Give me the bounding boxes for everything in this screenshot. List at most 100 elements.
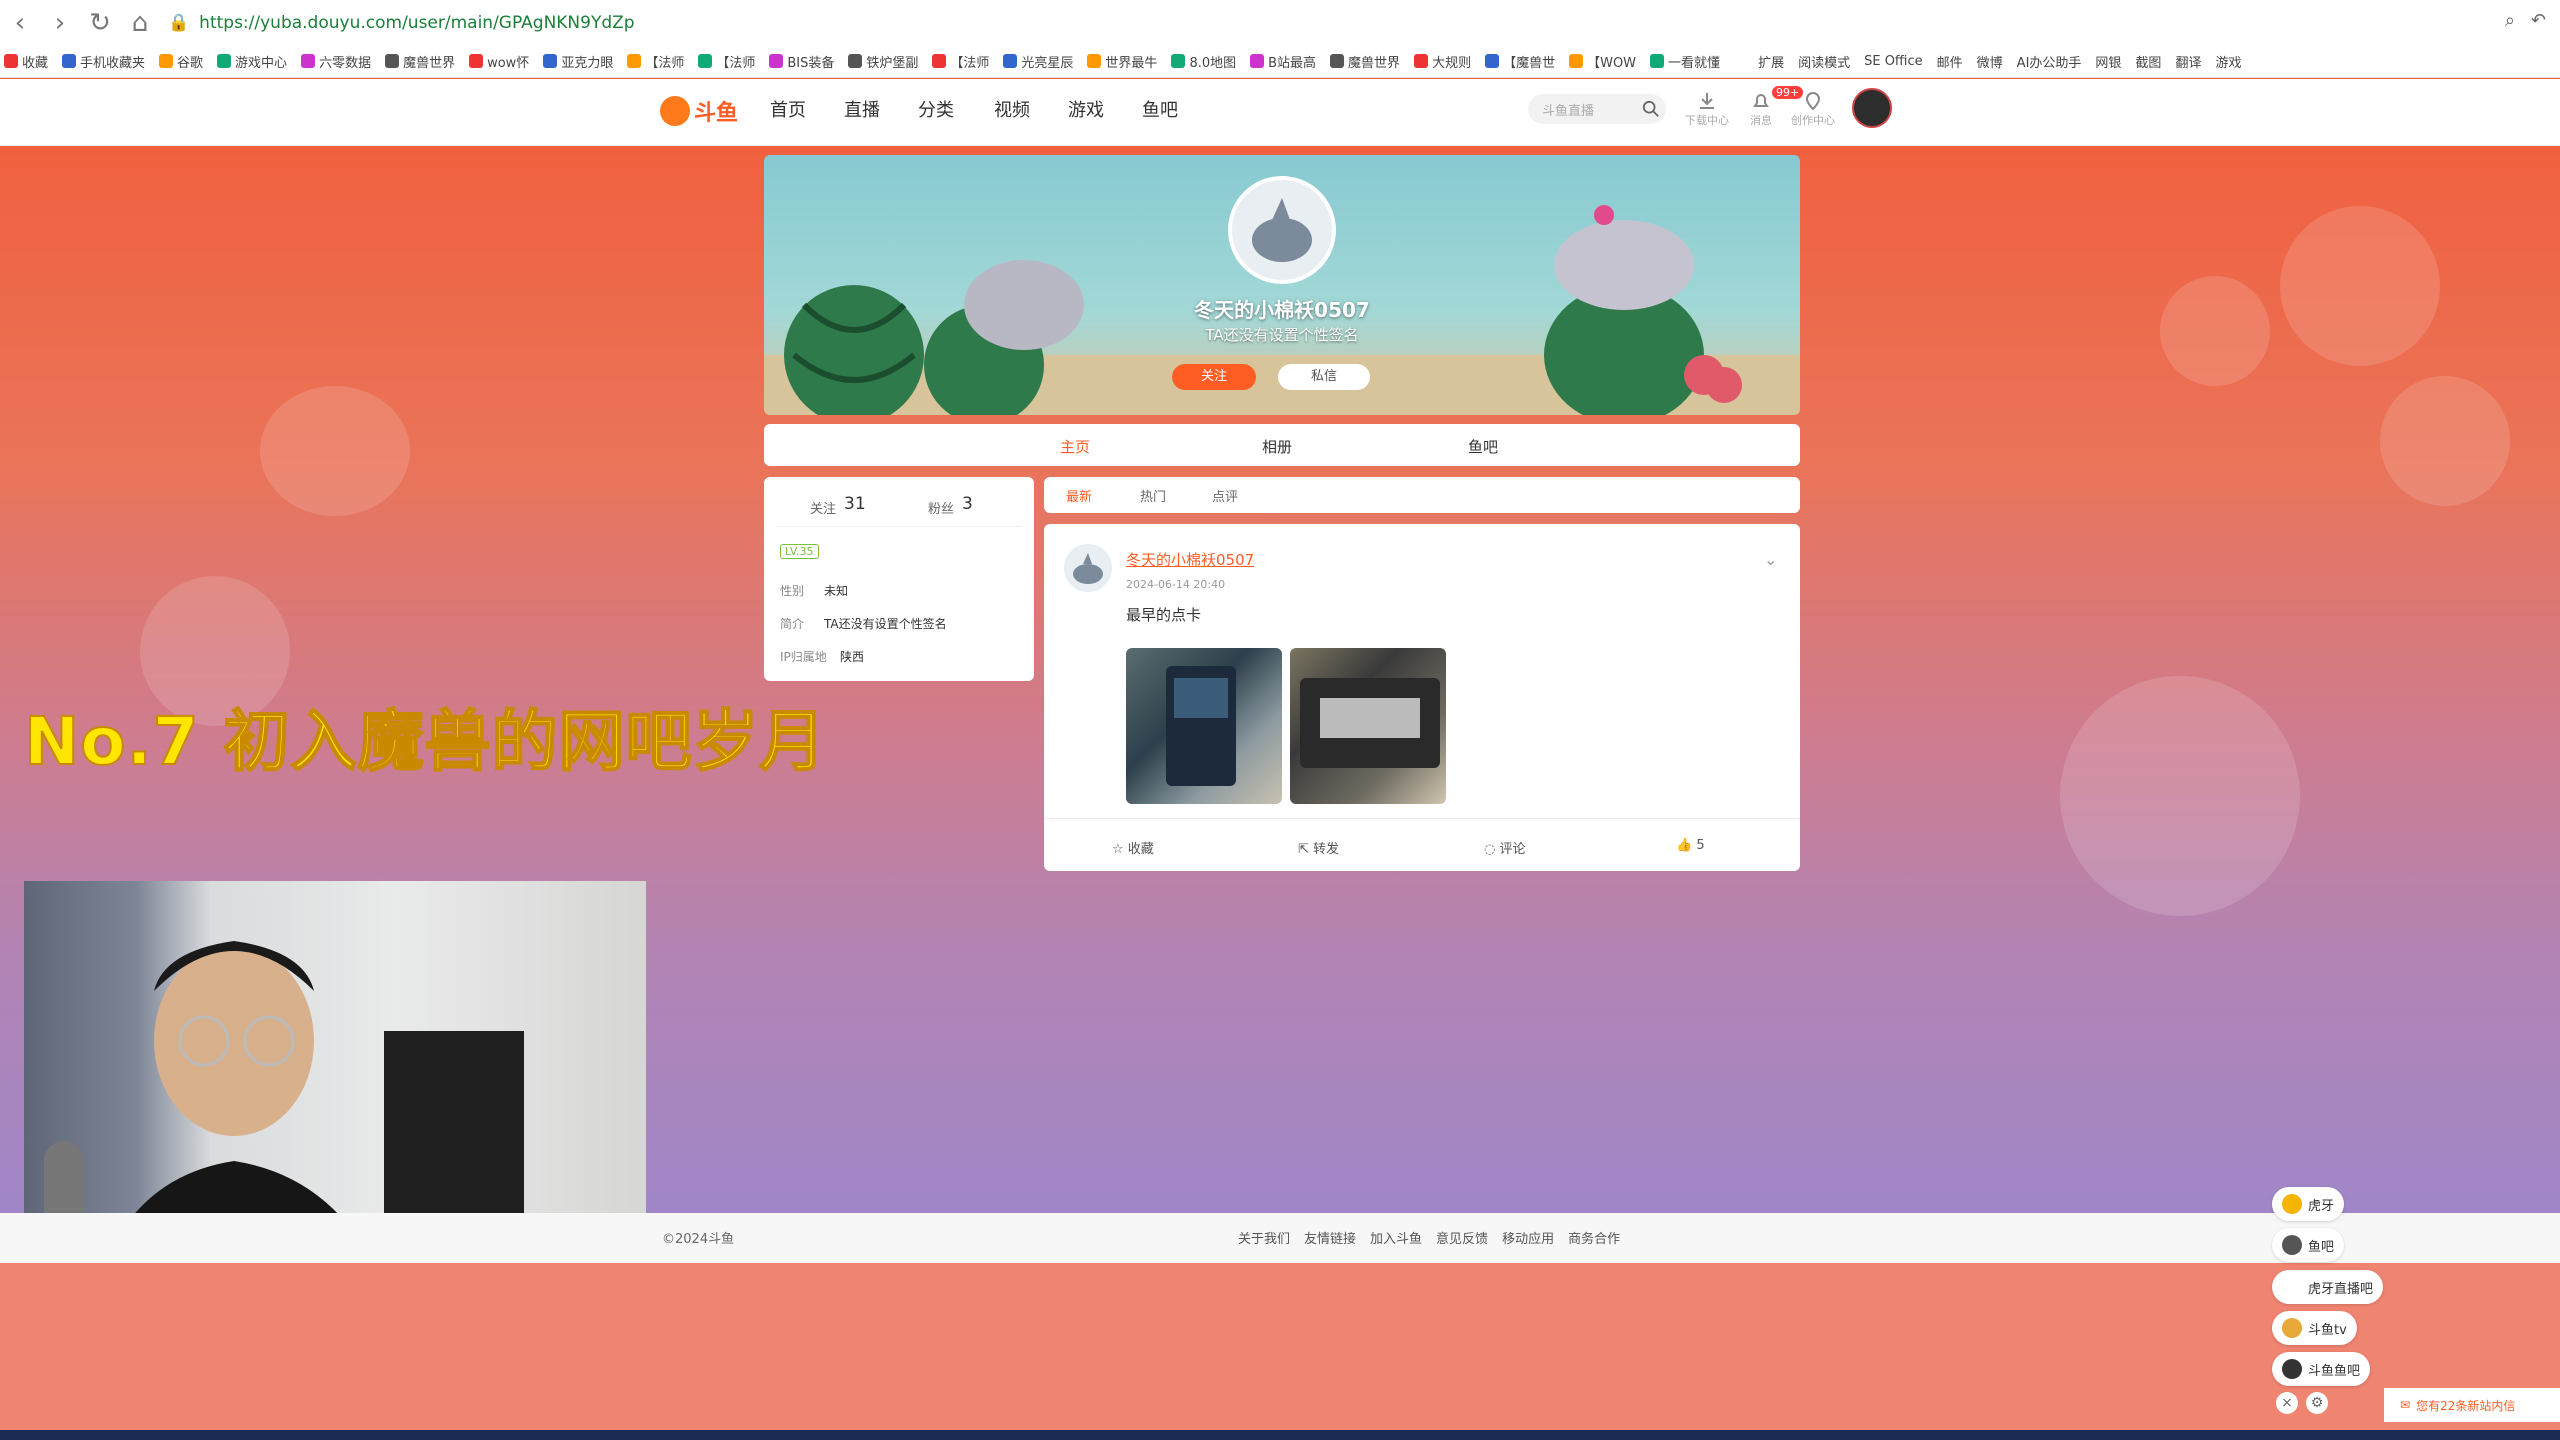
tab-yuba[interactable]: 鱼吧 [1468,436,1498,457]
bookmark-item[interactable]: 亚克力眼 [543,52,613,71]
shark-avatar-icon [1252,198,1312,262]
bookmark-item[interactable]: B站最高 [1250,52,1316,71]
reload-icon[interactable]: ↻ [80,3,120,43]
footer-link[interactable]: 意见反馈 [1436,1228,1488,1247]
bookmark-item[interactable]: 【法师 [932,52,989,71]
bookmark-label: 光亮星辰 [1021,55,1074,71]
home-icon[interactable]: ⌂ [120,3,160,43]
fans-label[interactable]: 粉丝 [928,498,954,517]
bookmark-item[interactable]: 【法师 [627,52,684,71]
bookmark-item[interactable]: 六零数据 [301,52,371,71]
post-author-avatar[interactable] [1064,544,1112,592]
bookmark-item[interactable]: 手机收藏夹 [62,52,145,71]
footer-link[interactable]: 移动应用 [1502,1228,1554,1247]
nav-game[interactable]: 游戏 [1068,96,1104,122]
collect-button[interactable]: ☆ 收藏 [1112,838,1154,857]
tab-home[interactable]: 主页 [1060,436,1090,457]
floating-huya[interactable]: 虎牙 [2272,1187,2345,1221]
close-icon[interactable]: × [2276,1392,2298,1414]
footer-link[interactable]: 商务合作 [1568,1228,1620,1247]
floating-douyu-tv[interactable]: 斗鱼tv [2272,1311,2357,1345]
bookmark-icon [1087,54,1102,68]
sort-hot[interactable]: 热门 [1140,486,1166,505]
toolbar-item[interactable]: 游戏 [2215,52,2241,71]
search-icon[interactable]: ⌕ [2505,10,2515,31]
like-button[interactable]: 👍 5 [1676,838,1705,853]
following-count[interactable]: 31 [844,494,866,514]
address-bar[interactable]: 🔒 https://yuba.douyu.com/user/main/GPAgN… [168,8,2068,38]
creator-center[interactable]: 创作中心 [1788,90,1838,128]
nav-video[interactable]: 视频 [994,96,1030,122]
bell-icon [1753,94,1769,107]
pill-label: 鱼吧 [2308,1239,2335,1255]
bookmark-item[interactable]: 世界最牛 [1087,52,1157,71]
bookmark-item[interactable]: 铁炉堡副 [848,52,918,71]
bookmark-item[interactable]: 8.0地图 [1171,52,1236,71]
mail-notice[interactable]: ✉ 您有22条新站内信 [2384,1388,2560,1422]
bookmark-item[interactable]: 魔兽世界 [385,52,455,71]
forward-icon[interactable]: › [40,3,80,43]
nav-category[interactable]: 分类 [918,96,954,122]
following-label[interactable]: 关注 [810,498,836,517]
back-icon[interactable]: ‹ [0,3,40,43]
nav-live[interactable]: 直播 [844,96,880,122]
douyu-logo[interactable]: 斗鱼 [660,92,744,130]
bookmark-icon [469,54,484,68]
bookmark-label: 【WOW [1587,55,1637,71]
toolbar-item[interactable]: SE Office [1864,54,1923,69]
toolbar-item[interactable]: 邮件 [1937,52,1963,71]
post-image[interactable] [1126,648,1282,804]
nav-yuba[interactable]: 鱼吧 [1142,96,1178,122]
comment-button[interactable]: ◌ 评论 [1484,838,1526,857]
nav-home[interactable]: 首页 [770,96,806,122]
bookmark-item[interactable]: 收藏 [4,52,48,71]
bookmark-item[interactable]: 游戏中心 [217,52,287,71]
douyu-tv-icon [2282,1318,2302,1338]
toolbar-item[interactable]: 网银 [2095,52,2121,71]
footer-link[interactable]: 友情链接 [1304,1228,1356,1247]
bookmark-item[interactable]: wow怀 [469,52,529,71]
fans-count[interactable]: 3 [962,494,973,514]
page-bottom-area [0,1263,2560,1433]
post-image[interactable] [1290,648,1446,804]
bookmark-item[interactable]: 一看就懂 [1650,52,1720,71]
bookmark-item[interactable]: 【魔兽世 [1485,52,1555,71]
profile-avatar[interactable] [1228,176,1336,284]
user-avatar[interactable] [1852,88,1892,128]
sort-review[interactable]: 点评 [1212,486,1238,505]
bookmark-item[interactable]: 光亮星辰 [1003,52,1073,71]
footer-link[interactable]: 加入斗鱼 [1370,1228,1422,1247]
tab-album[interactable]: 相册 [1262,436,1292,457]
toolbar-item[interactable]: AI办公助手 [2017,52,2082,71]
search-icon[interactable] [1642,100,1660,118]
toolbar-item[interactable]: 微博 [1977,52,2003,71]
settings-icon[interactable]: ⚙ [2306,1392,2328,1414]
undo-icon[interactable]: ↶ [2531,10,2546,31]
chevron-down-icon[interactable]: ⌄ [1764,550,1777,569]
footer-links: 关于我们 友情链接 加入斗鱼 意见反馈 移动应用 商务合作 [1238,1228,1620,1247]
bookmark-item[interactable]: 魔兽世界 [1330,52,1400,71]
toolbar-item[interactable]: 翻译 [2175,52,2201,71]
footer-link[interactable]: 关于我们 [1238,1228,1290,1247]
toolbar-item[interactable]: 阅读模式 [1798,52,1850,71]
forward-button[interactable]: ⇱ 转发 [1298,838,1339,857]
bookmark-label: B站最高 [1268,55,1317,71]
bookmark-item[interactable]: 大规则 [1414,52,1471,71]
toolbar-item[interactable]: 扩展 [1758,52,1784,71]
private-message-button[interactable]: 私信 [1278,364,1370,390]
sort-latest[interactable]: 最新 [1066,486,1092,505]
download-center[interactable]: 下载中心 [1682,90,1732,128]
star-icon: ☆ [1112,842,1124,857]
floating-yuba[interactable]: 鱼吧 [2272,1228,2345,1262]
floating-huya-live[interactable]: 虎牙直播吧 [2272,1270,2384,1304]
bookmark-item[interactable]: 【法师 [698,52,755,71]
bookmark-item[interactable]: BIS装备 [769,52,834,71]
bookmark-item[interactable]: 谷歌 [159,52,203,71]
follow-button[interactable]: 关注 [1172,364,1256,390]
floating-douyu-yuba[interactable]: 斗鱼鱼吧 [2272,1352,2371,1386]
bookmark-icon [385,54,400,68]
toolbar-item[interactable]: 截图 [2135,52,2161,71]
post-author-name[interactable]: 冬天的小棉袄0507 [1126,549,1254,570]
bookmark-item[interactable]: 【WOW [1569,52,1636,71]
mail-notice-text: 您有22条新站内信 [2416,1398,2516,1413]
